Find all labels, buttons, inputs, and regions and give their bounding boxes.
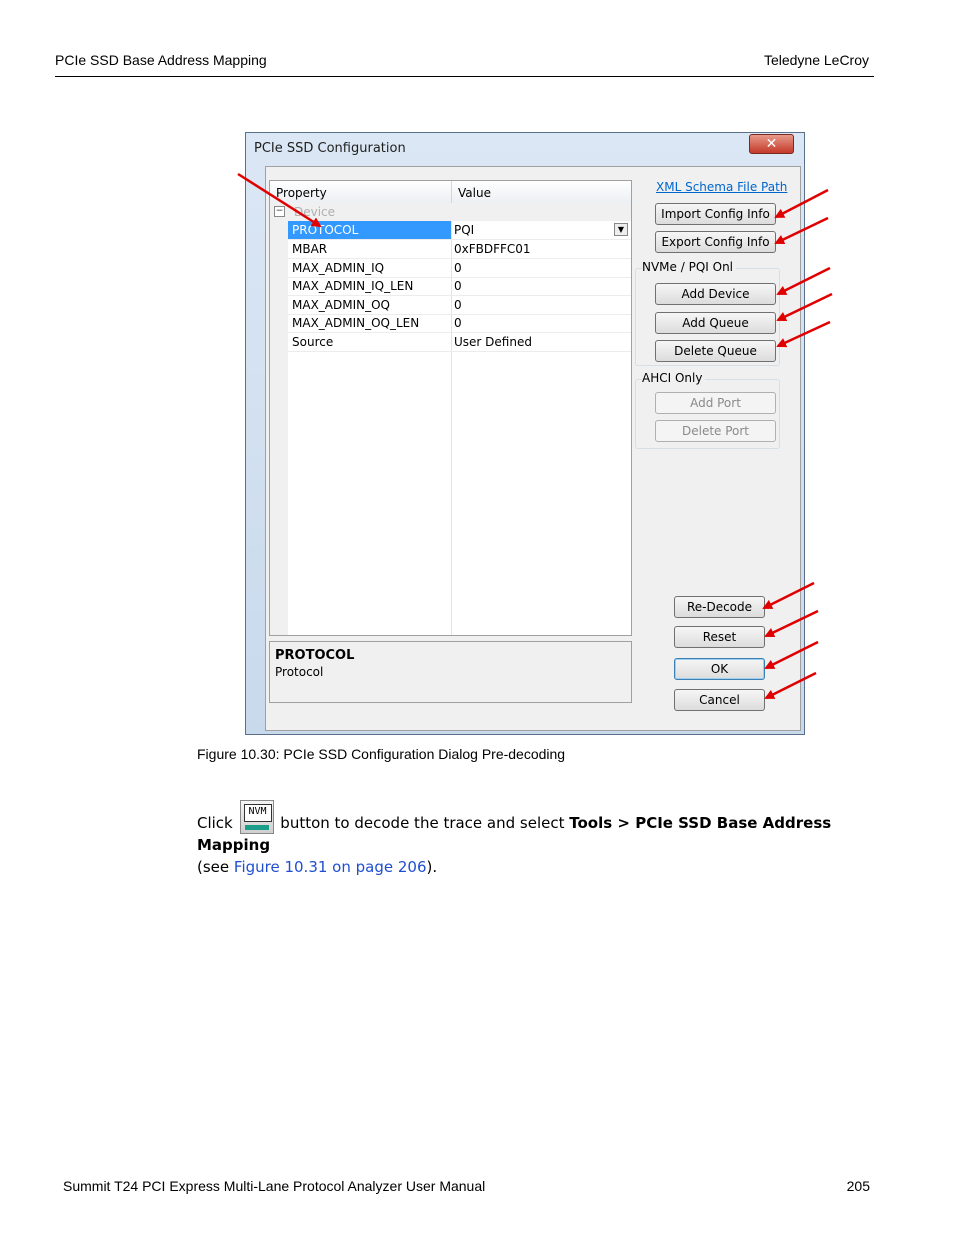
description-title: PROTOCOL <box>275 648 355 663</box>
property-name: PROTOCOL <box>292 223 359 237</box>
column-header-value[interactable]: Value <box>458 186 491 200</box>
property-value[interactable]: User Defined <box>454 335 532 349</box>
delete-port-button[interactable]: Delete Port <box>655 420 776 442</box>
collapse-icon[interactable]: − <box>274 206 285 217</box>
ok-button[interactable]: OK <box>674 658 765 680</box>
dialog-client-area: Property Value − Device PROTOCOL PQI ▼ M… <box>265 166 801 731</box>
category-label: Device <box>294 205 336 219</box>
property-name: MBAR <box>292 242 328 256</box>
property-row-max-admin-oq[interactable]: MAX_ADMIN_OQ 0 <box>288 296 631 315</box>
add-queue-button[interactable]: Add Queue <box>655 312 776 334</box>
property-name: MAX_ADMIN_OQ_LEN <box>292 316 420 330</box>
nvm-icon-bar <box>244 825 269 830</box>
nvme-pqi-group-label: NVMe / PQI Onl <box>642 260 737 274</box>
running-header-title: PCIe SSD Base Address Mapping <box>55 52 267 68</box>
reset-button[interactable]: Reset <box>674 626 765 648</box>
property-value[interactable]: 0 <box>454 279 462 293</box>
add-port-button[interactable]: Add Port <box>655 392 776 414</box>
instruction-paragraph: Click NVM button to decode the trace and… <box>197 800 887 878</box>
property-grid[interactable]: Property Value − Device PROTOCOL PQI ▼ M… <box>269 180 632 636</box>
paragraph-text: button to decode the trace and select <box>275 814 570 832</box>
close-icon: ✕ <box>765 136 778 152</box>
grid-header: Property Value <box>270 181 631 204</box>
property-name: MAX_ADMIN_OQ <box>292 298 390 312</box>
property-value[interactable]: 0xFBDFFC01 <box>454 242 531 256</box>
see-open: (see <box>197 858 234 876</box>
export-config-info-button[interactable]: Export Config Info <box>655 231 776 253</box>
add-device-button[interactable]: Add Device <box>655 283 776 305</box>
category-row-device[interactable]: − Device <box>270 203 631 221</box>
re-decode-button[interactable]: Re-Decode <box>674 596 765 618</box>
dialog-title: PCIe SSD Configuration <box>254 141 406 156</box>
column-header-property[interactable]: Property <box>276 186 327 200</box>
description-text: Protocol <box>275 665 324 679</box>
property-value[interactable]: 0 <box>454 316 462 330</box>
property-row-max-admin-oq-len[interactable]: MAX_ADMIN_OQ_LEN 0 <box>288 314 631 333</box>
cancel-button[interactable]: Cancel <box>674 689 765 711</box>
figure-caption: Figure 10.30: PCIe SSD Configuration Dia… <box>197 746 566 762</box>
ahci-only-group-label: AHCI Only <box>642 371 706 385</box>
property-name: MAX_ADMIN_IQ <box>292 261 385 275</box>
dialog-titlebar: PCIe SSD Configuration ✕ <box>246 133 804 163</box>
dropdown-arrow-icon[interactable]: ▼ <box>614 223 628 236</box>
header-rule <box>55 76 874 77</box>
property-value[interactable]: PQI <box>454 223 474 237</box>
property-name: Source <box>292 335 334 349</box>
pcie-ssd-configuration-dialog: PCIe SSD Configuration ✕ Property Value … <box>245 132 805 735</box>
property-row-protocol[interactable]: PROTOCOL PQI ▼ <box>288 221 631 240</box>
page-number: 205 <box>846 1178 870 1194</box>
delete-queue-button[interactable]: Delete Queue <box>655 340 776 362</box>
figure-reference-link[interactable]: Figure 10.31 on page 206 <box>234 858 427 876</box>
running-header-company: Teledyne LeCroy <box>763 52 869 68</box>
see-close: ). <box>426 858 438 876</box>
property-row-source[interactable]: Source User Defined <box>288 333 631 352</box>
property-row-max-admin-iq[interactable]: MAX_ADMIN_IQ 0 <box>288 259 631 278</box>
property-row-max-admin-iq-len[interactable]: MAX_ADMIN_IQ_LEN 0 <box>288 277 631 296</box>
property-value[interactable]: 0 <box>454 298 462 312</box>
click-text: Click <box>197 814 233 832</box>
grid-gutter <box>270 203 288 635</box>
import-config-info-button[interactable]: Import Config Info <box>655 203 776 225</box>
xml-schema-file-path-link[interactable]: XML Schema File Path <box>656 180 787 194</box>
property-row-mbar[interactable]: MBAR 0xFBDFFC01 <box>288 240 631 259</box>
nvm-icon-label: NVM <box>243 804 272 822</box>
column-divider[interactable] <box>451 181 452 203</box>
nvm-decode-icon[interactable]: NVM <box>239 800 274 834</box>
description-pane: PROTOCOL Protocol <box>269 641 632 703</box>
property-value[interactable]: 0 <box>454 261 462 275</box>
property-name: MAX_ADMIN_IQ_LEN <box>292 279 414 293</box>
running-footer-title: Summit T24 PCI Express Multi-Lane Protoc… <box>63 1178 486 1194</box>
close-button[interactable]: ✕ <box>749 134 794 154</box>
